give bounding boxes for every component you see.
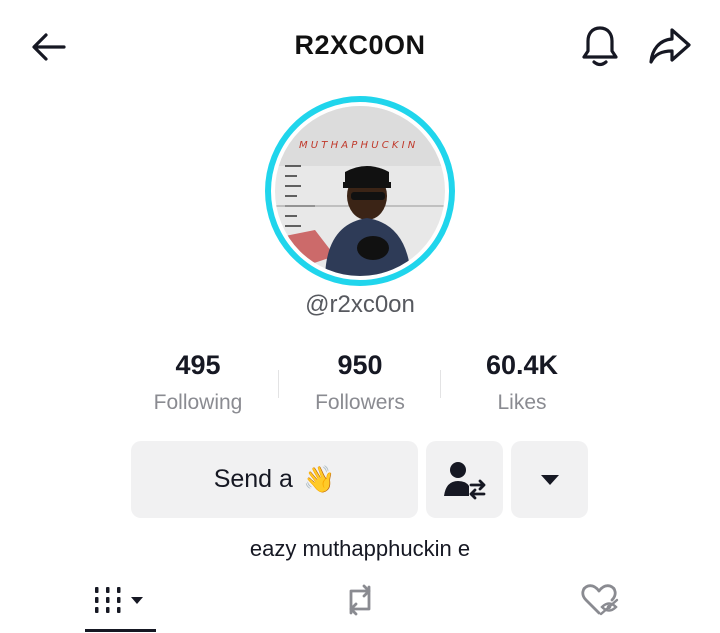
top-bar: R2XC0ON	[0, 0, 720, 96]
profile-bio: eazy muthapphuckin e	[249, 536, 471, 561]
friend-options-button[interactable]	[426, 441, 503, 518]
following-label: Following	[153, 391, 243, 414]
tab-videos[interactable]	[86, 574, 156, 626]
followers-stat[interactable]: 950 Followers	[270, 350, 450, 415]
tab-liked[interactable]	[566, 574, 634, 626]
avatar[interactable]: M U T H A P H U C K I N	[275, 106, 445, 276]
followers-label: Followers	[315, 391, 405, 414]
send-wave-button[interactable]: Send a 👋	[131, 441, 418, 518]
likes-label: Likes	[497, 391, 547, 414]
hidden-heart-icon	[581, 584, 619, 616]
send-label: Send a	[213, 465, 293, 493]
following-stat[interactable]: 495 Following	[108, 350, 288, 415]
likes-count: 60.4K	[485, 350, 559, 380]
grid-bars-icon	[95, 587, 143, 613]
likes-stat[interactable]: 60.4K Likes	[432, 350, 612, 415]
following-count: 495	[175, 350, 221, 380]
more-options-button[interactable]	[511, 441, 588, 518]
repost-icon	[349, 584, 371, 616]
avatar-image: M U T H A P H U C K I N	[275, 106, 445, 276]
username-handle: @r2xc0on	[305, 291, 415, 318]
selected-tab-indicator	[85, 629, 156, 632]
caret-down-icon	[540, 474, 559, 485]
svg-text:M U T H A P H U C K I N: M U T H A P H U C K I N	[299, 140, 416, 151]
followers-count: 950	[337, 350, 383, 380]
notifications-button[interactable]	[576, 22, 624, 70]
avatar-ring[interactable]: M U T H A P H U C K I N	[265, 96, 455, 286]
share-button[interactable]	[646, 22, 694, 70]
wave-emoji-icon: 👋	[302, 464, 336, 494]
share-arrow-icon	[649, 28, 691, 64]
tab-reposts[interactable]	[326, 574, 394, 626]
bell-icon	[582, 26, 618, 67]
user-swap-icon	[443, 461, 485, 499]
